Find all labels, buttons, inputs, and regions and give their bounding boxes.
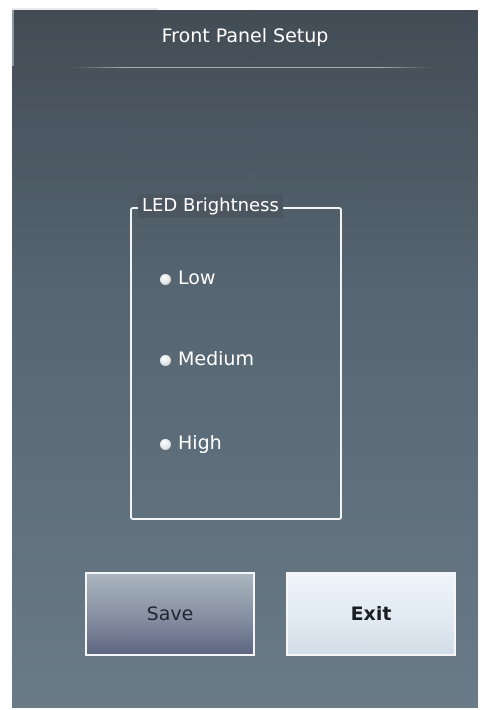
exit-button[interactable]: Exit	[286, 572, 456, 656]
save-button[interactable]: Save	[85, 572, 255, 656]
led-brightness-legend: LED Brightness	[138, 194, 283, 218]
radio-option-low[interactable]: Low	[160, 267, 215, 289]
radio-label-high: High	[178, 432, 222, 454]
radio-option-high[interactable]: High	[160, 432, 222, 454]
radio-button-icon[interactable]	[160, 273, 171, 285]
radio-button-icon[interactable]	[160, 438, 171, 450]
radio-label-medium: Medium	[178, 348, 254, 370]
radio-option-medium[interactable]: Medium	[160, 348, 254, 370]
radio-label-low: Low	[178, 267, 216, 289]
page-title: Front Panel Setup	[161, 25, 329, 47]
title-divider	[72, 67, 432, 68]
radio-button-icon[interactable]	[160, 354, 171, 366]
